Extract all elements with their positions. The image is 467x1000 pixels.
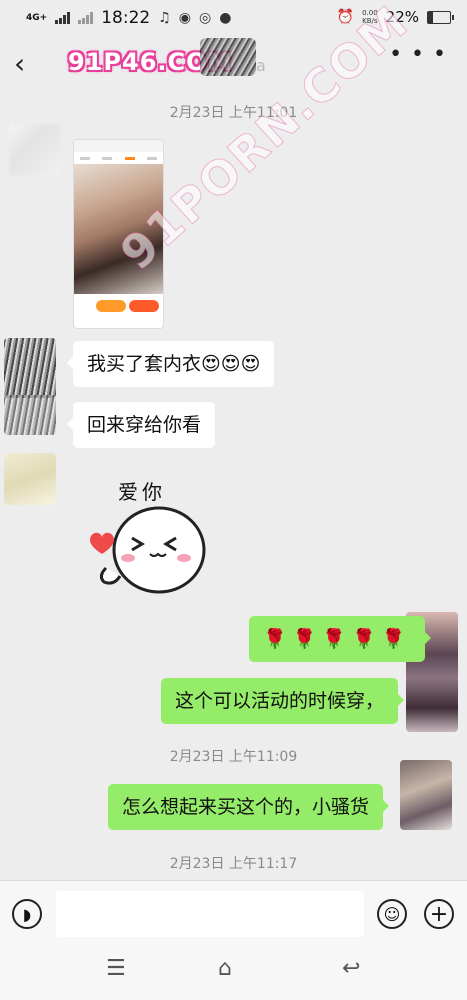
back-icon[interactable]: ↩ <box>342 956 360 981</box>
battery-text: 22% <box>385 8 419 26</box>
message-bubble[interactable]: 这个可以活动的时候穿， <box>161 678 405 724</box>
battery-icon <box>427 10 454 24</box>
message-bubble[interactable]: 怎么想起来买这个的，小骚货 <box>108 784 390 830</box>
chevron-left-icon[interactable]: ‹ <box>14 50 25 78</box>
home-icon[interactable]: ⌂ <box>218 956 232 981</box>
compass-icon: ◎ <box>198 10 212 26</box>
avatar[interactable] <box>9 124 61 176</box>
menu-icon[interactable]: ☰ <box>106 956 126 981</box>
product-photo <box>74 164 163 294</box>
shared-image-message[interactable] <box>73 139 164 329</box>
message-bubble[interactable]: 🌹🌹🌹🌹🌹 <box>249 616 432 662</box>
signal-icon <box>55 12 71 24</box>
plus-icon[interactable]: + <box>424 899 454 929</box>
title-redaction <box>200 38 256 76</box>
message-bubble[interactable]: 回来穿给你看 <box>66 402 216 448</box>
signal-2-icon <box>78 12 94 24</box>
emoji-icon[interactable]: ☺ <box>377 899 407 929</box>
qq-icon: ◉ <box>178 10 191 26</box>
love-sticker-icon[interactable] <box>84 470 214 600</box>
timestamp: 2月23日 上午11:01 <box>169 105 298 121</box>
network-type: 4G+ <box>26 12 48 23</box>
network-speed: 0.00 KB/s <box>362 9 378 25</box>
music-icon: ♫ <box>158 10 171 26</box>
input-bar: ◗ ☺ + <box>0 880 467 947</box>
system-nav-bar: ☰ ⌂ ↩ <box>0 946 467 1000</box>
avatar[interactable] <box>4 395 56 435</box>
message-input[interactable] <box>56 891 364 937</box>
chat-title-fragment: a <box>256 56 266 75</box>
avatar[interactable] <box>4 338 56 398</box>
timestamp: 2月23日 上午11:17 <box>169 856 298 872</box>
avatar[interactable] <box>400 760 452 830</box>
timestamp: 2月23日 上午11:09 <box>169 749 298 765</box>
more-dots-icon[interactable]: • • • <box>389 44 447 66</box>
status-time: 18:22 <box>101 8 151 28</box>
avatar[interactable] <box>4 453 56 505</box>
voice-icon[interactable]: ◗ <box>12 899 42 929</box>
alarm-icon: ⏰ <box>336 9 355 25</box>
status-bar: 4G+ 18:22 ♫ ◉ ◎ ● ⏰ 0.00 KB/s 22% <box>0 0 467 36</box>
message-bubble[interactable]: 我买了套内衣😍😍😍 <box>66 341 275 387</box>
chat-icon: ● <box>219 10 232 26</box>
